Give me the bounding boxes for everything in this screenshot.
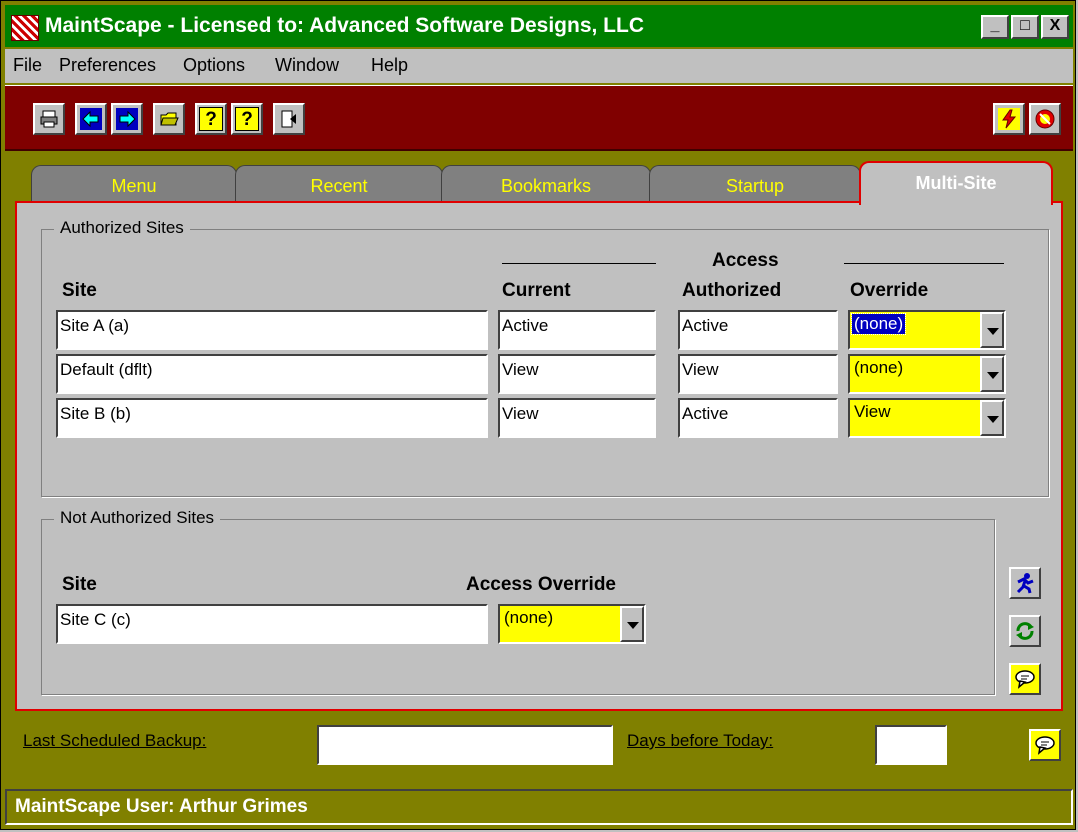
open-button[interactable] (153, 103, 185, 135)
minimize-button[interactable]: _ (981, 15, 1009, 39)
tab-multi-site[interactable]: Multi-Site (859, 161, 1053, 205)
access-override-column-header: Access Override (466, 574, 616, 595)
chevron-down-icon[interactable] (620, 606, 644, 642)
menu-preferences[interactable]: Preferences (59, 55, 156, 76)
not-authorized-sites-label: Not Authorized Sites (54, 508, 221, 528)
tab-bookmarks[interactable]: Bookmarks (441, 165, 651, 203)
site-column-header: Site (62, 280, 97, 301)
not-authorized-sites-group: Not Authorized Sites Site Access Overrid… (41, 508, 995, 695)
authorized-access-field[interactable]: Active (678, 310, 838, 350)
chevron-down-icon[interactable] (980, 400, 1004, 436)
authorized-sites-group: Authorized Sites Access Site Current Aut… (41, 218, 1049, 497)
tab-startup[interactable]: Startup (649, 165, 861, 203)
override-select[interactable]: (none) (848, 310, 1006, 350)
site-column-header: Site (62, 574, 97, 595)
lightning-button[interactable] (993, 103, 1025, 135)
back-icon (80, 108, 102, 130)
override-value: (none) (850, 313, 907, 335)
current-header-rule (502, 263, 656, 264)
authorized-sites-label: Authorized Sites (54, 218, 190, 238)
authorized-site-field[interactable]: Site A (a) (56, 310, 488, 350)
override-column-header: Override (850, 280, 929, 301)
comment-button[interactable] (1009, 663, 1041, 695)
override-value: View (854, 402, 891, 421)
status-bar: MaintScape User: Arthur Grimes (5, 789, 1073, 825)
current-access-field[interactable]: View (498, 398, 656, 438)
access-header-line1: Access (712, 250, 779, 271)
context-help-icon: ? (235, 107, 259, 131)
notes-button[interactable] (1029, 729, 1061, 761)
menu-options[interactable]: Options (183, 55, 245, 76)
tab-menu[interactable]: Menu (31, 165, 237, 203)
menu-bar: File Preferences Options Window Help (5, 49, 1073, 83)
print-button[interactable] (33, 103, 65, 135)
print-icon (38, 108, 60, 130)
back-button[interactable] (75, 103, 107, 135)
open-folder-icon (158, 108, 180, 130)
maximize-button[interactable]: □ (1011, 15, 1039, 39)
access-override-select[interactable]: (none) (498, 604, 646, 644)
exit-icon (278, 108, 300, 130)
access-header-line2: Authorized (682, 280, 782, 301)
app-icon[interactable] (11, 15, 39, 41)
window-title: MaintScape - Licensed to: Advanced Softw… (45, 14, 645, 37)
run-button[interactable] (1009, 567, 1041, 599)
exit-button[interactable] (273, 103, 305, 135)
stop-button[interactable] (1029, 103, 1061, 135)
help-button[interactable]: ? (195, 103, 227, 135)
override-header-rule (844, 263, 1004, 264)
tab-recent[interactable]: Recent (235, 165, 443, 203)
override-select[interactable]: View (848, 398, 1006, 438)
days-before-today-label[interactable]: Days before Today: (627, 731, 773, 751)
current-column-header: Current (502, 280, 571, 301)
main-window: MaintScape - Licensed to: Advanced Softw… (0, 0, 1076, 830)
chevron-down-icon[interactable] (980, 356, 1004, 392)
current-access-field[interactable]: View (498, 354, 656, 394)
authorized-site-field[interactable]: Default (dflt) (56, 354, 488, 394)
close-button[interactable]: X (1041, 15, 1069, 39)
authorized-site-field[interactable]: Site B (b) (56, 398, 488, 438)
last-backup-label[interactable]: Last Scheduled Backup: (23, 731, 206, 751)
menu-window[interactable]: Window (275, 55, 339, 76)
forward-button[interactable] (111, 103, 143, 135)
access-override-value: (none) (504, 608, 554, 627)
multi-site-panel: Authorized Sites Access Site Current Aut… (15, 201, 1063, 711)
tab-strip: Menu Recent Bookmarks Startup Multi-Site (31, 161, 1053, 205)
context-help-button[interactable]: ? (231, 103, 263, 135)
comment-icon (1035, 736, 1055, 755)
help-icon: ? (199, 107, 223, 131)
override-select[interactable]: (none) (848, 354, 1006, 394)
days-before-today-field[interactable] (875, 725, 947, 765)
current-access-field[interactable]: Active (498, 310, 656, 350)
last-backup-field[interactable] (317, 725, 613, 765)
authorized-access-field[interactable]: View (678, 354, 838, 394)
run-icon (1016, 573, 1034, 594)
menu-file[interactable]: File (13, 55, 42, 76)
stop-icon (1034, 108, 1056, 130)
not-authorized-site-field[interactable]: Site C (c) (56, 604, 488, 644)
chevron-down-icon[interactable] (980, 312, 1004, 348)
refresh-icon (1016, 622, 1034, 640)
title-bar[interactable]: MaintScape - Licensed to: Advanced Softw… (5, 5, 1073, 47)
toolbar: ? ? (5, 85, 1073, 151)
lightning-icon (998, 108, 1020, 130)
authorized-access-field[interactable]: Active (678, 398, 838, 438)
menu-help[interactable]: Help (371, 55, 408, 76)
override-value: (none) (854, 358, 904, 377)
comment-icon (1015, 670, 1035, 689)
refresh-button[interactable] (1009, 615, 1041, 647)
forward-icon (116, 108, 138, 130)
